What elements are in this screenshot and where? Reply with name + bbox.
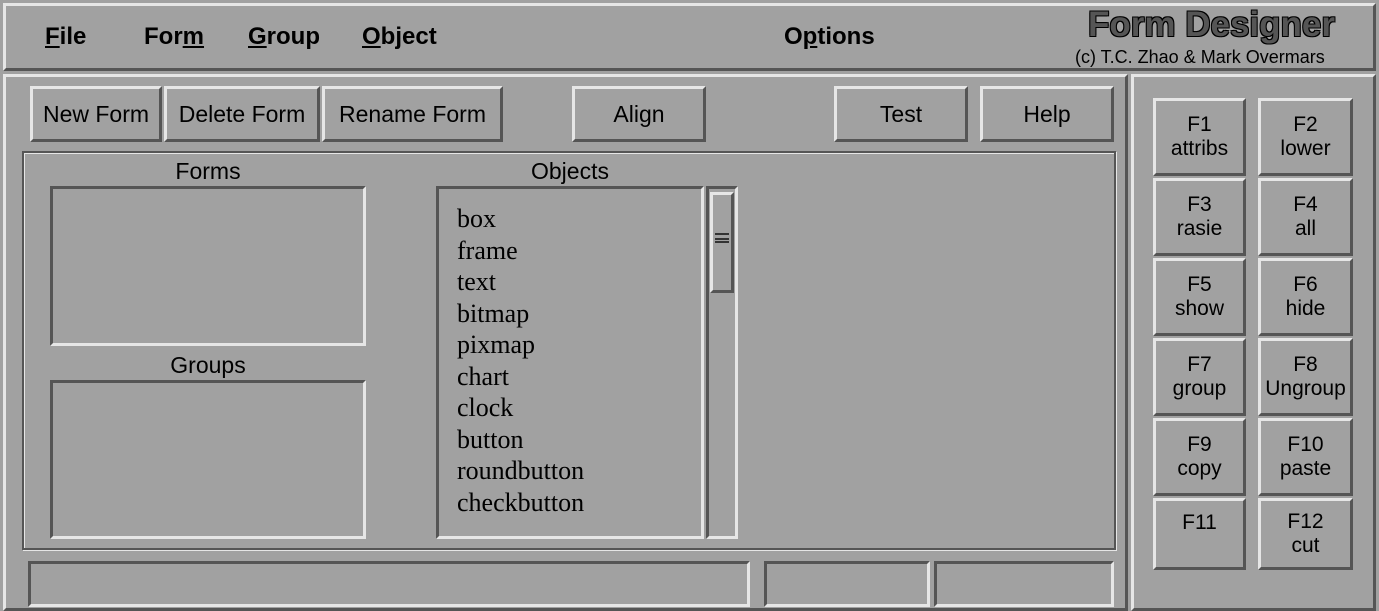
new-form-button[interactable]: New Form [30,86,162,142]
f8-ungroup-button[interactable]: F8 Ungroup [1258,338,1353,416]
menu-group-label: roup [266,23,320,50]
object-item-chart[interactable]: chart [457,361,701,393]
menu-object-hotkey: O [362,23,381,50]
f4-key-label: F4 [1293,193,1318,216]
object-item-clock[interactable]: clock [457,392,701,424]
f12-key-label: F12 [1287,510,1324,533]
menu-object-label: bject [380,23,437,50]
f10-key-label: F10 [1287,433,1324,456]
f10-action-label: paste [1279,457,1332,480]
f8-key-label: F8 [1293,353,1318,376]
f6-key-label: F6 [1293,273,1318,296]
menu-form[interactable]: Form [144,23,204,51]
help-button[interactable]: Help [980,86,1114,142]
f7-group-button[interactable]: F7 group [1153,338,1246,416]
scrollbar-thumb[interactable] [710,192,734,293]
f2-key-label: F2 [1293,113,1318,136]
menu-options-label: tions [817,23,875,50]
menu-options-hotkey: p [802,23,818,50]
f8-action-label: Ungroup [1265,377,1346,400]
menu-group[interactable]: Group [248,23,320,51]
align-button[interactable]: Align [572,86,706,142]
f2-lower-button[interactable]: F2 lower [1258,98,1353,176]
menu-options-pre: O [784,23,803,50]
f3-raise-button[interactable]: F3 rasie [1153,178,1246,256]
thumb-grip-line-icon [715,238,729,240]
object-item-box[interactable]: box [457,203,701,235]
object-item-checkbutton[interactable]: checkbutton [457,487,701,519]
forms-label: Forms [175,158,241,184]
object-item-bitmap[interactable]: bitmap [457,298,701,330]
object-item-text[interactable]: text [457,266,701,298]
f5-action-label: show [1174,297,1225,320]
f1-attribs-button[interactable]: F1 attribs [1153,98,1246,176]
test-button[interactable]: Test [834,86,968,142]
f6-action-label: hide [1285,297,1326,320]
object-item-button[interactable]: button [457,424,701,456]
menu-object[interactable]: Object [362,23,437,51]
f7-action-label: group [1172,377,1227,400]
status-field-right [934,561,1114,607]
f6-hide-button[interactable]: F6 hide [1258,258,1353,336]
app-title: Form Designer [1088,5,1335,44]
groups-list[interactable] [50,380,366,539]
f5-key-label: F5 [1187,273,1212,296]
f7-key-label: F7 [1187,353,1212,376]
f11-key-label: F11 [1182,511,1217,534]
rename-form-button[interactable]: Rename Form [322,86,503,142]
menu-form-label: For [144,23,183,50]
f3-key-label: F3 [1187,193,1212,216]
f3-action-label: rasie [1176,217,1223,240]
f1-action-label: attribs [1170,137,1229,160]
objects-list[interactable]: box frame text bitmap pixmap chart clock… [436,186,704,539]
groups-label: Groups [170,352,246,378]
f5-show-button[interactable]: F5 show [1153,258,1246,336]
object-item-roundbutton[interactable]: roundbutton [457,455,701,487]
f9-action-label: copy [1177,457,1222,480]
object-item-pixmap[interactable]: pixmap [457,329,701,361]
app-credit: (c) T.C. Zhao & Mark Overmars [1075,47,1325,67]
objects-label: Objects [531,158,609,184]
menu-file-label: ile [59,23,87,50]
object-item-frame[interactable]: frame [457,235,701,267]
f10-paste-button[interactable]: F10 paste [1258,418,1353,496]
f12-cut-button[interactable]: F12 cut [1258,498,1353,570]
forms-list[interactable] [50,186,366,346]
f11-button[interactable]: F11 [1153,498,1246,570]
menu-form-hotkey: m [182,23,205,50]
f4-all-button[interactable]: F4 all [1258,178,1353,256]
f9-key-label: F9 [1187,433,1212,456]
menu-file-hotkey: F [45,23,60,50]
f12-action-label: cut [1291,534,1320,557]
f4-action-label: all [1294,217,1316,240]
status-field-middle [764,561,930,607]
f9-copy-button[interactable]: F9 copy [1153,418,1246,496]
delete-form-button[interactable]: Delete Form [164,86,320,142]
menu-file[interactable]: File [45,23,86,51]
status-field-main [28,561,750,607]
menu-options[interactable]: Options [784,23,875,51]
menu-group-hotkey: G [248,23,267,50]
f2-action-label: lower [1280,137,1331,160]
f1-key-label: F1 [1187,113,1212,136]
